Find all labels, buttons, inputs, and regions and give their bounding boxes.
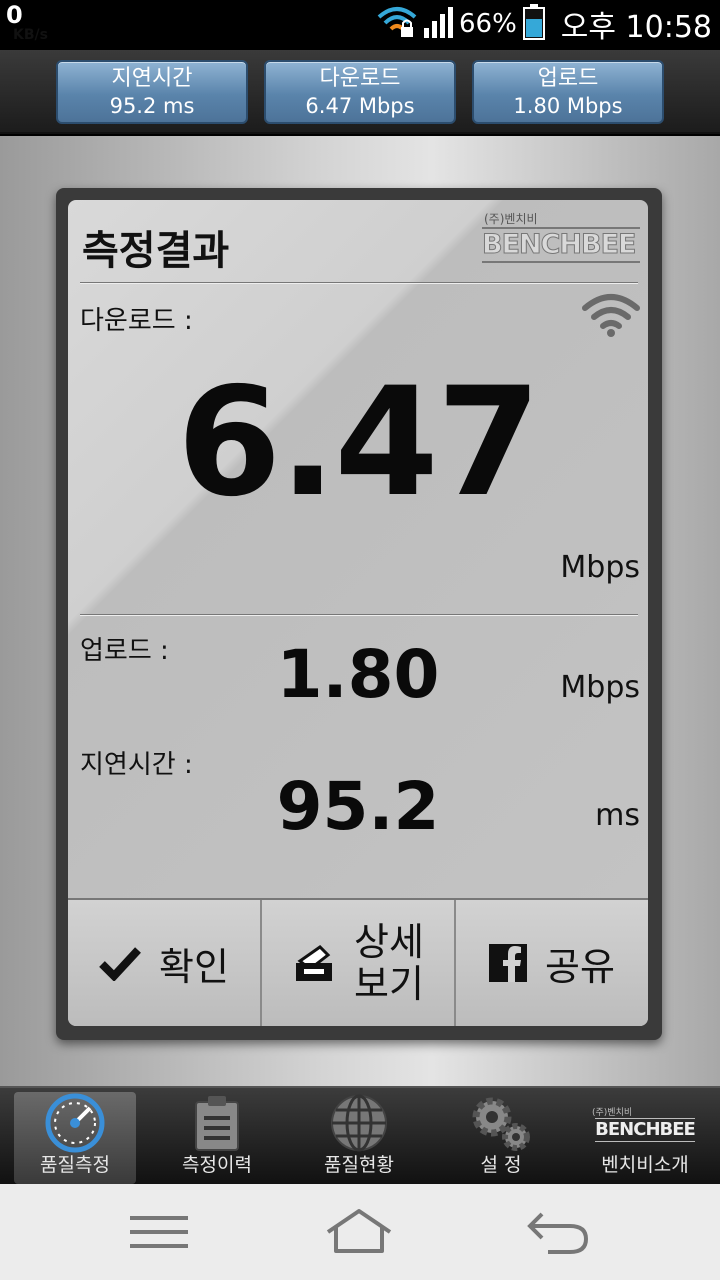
confirm-label: 확인 bbox=[159, 944, 229, 989]
summary-tab-upload[interactable]: 업로드 1.80 Mbps bbox=[472, 60, 664, 124]
nav-quality-test[interactable]: 품질측정 bbox=[14, 1092, 136, 1184]
home-icon[interactable] bbox=[324, 1208, 394, 1258]
summary-tab-latency[interactable]: 지연시간 95.2 ms bbox=[56, 60, 248, 124]
battery-percent: 66% bbox=[459, 9, 517, 39]
back-icon[interactable] bbox=[526, 1210, 590, 1258]
status-icons: 66% 오후 10:58 bbox=[377, 4, 712, 45]
nav-label: 설 정 bbox=[480, 1154, 522, 1176]
benchbee-logo: (주)벤치비 BENCHBEE bbox=[482, 210, 640, 263]
nav-label: 품질측정 bbox=[40, 1154, 110, 1176]
detail-label-line1: 상세 bbox=[354, 920, 424, 964]
facebook-icon bbox=[489, 944, 528, 982]
battery-icon bbox=[522, 4, 545, 44]
document-tray-icon bbox=[292, 941, 336, 985]
summary-tab-value: 6.47 Mbps bbox=[305, 94, 415, 118]
system-navigation-bar bbox=[0, 1184, 720, 1280]
divider bbox=[80, 282, 638, 284]
wifi-lock-icon bbox=[377, 5, 417, 43]
nav-label: 측정이력 bbox=[182, 1154, 252, 1176]
wifi-icon bbox=[582, 292, 640, 342]
nav-history[interactable]: 측정이력 bbox=[156, 1092, 278, 1184]
network-speed-value: 0 bbox=[6, 1, 23, 29]
action-buttons: 확인 상세 보기 공유 bbox=[68, 898, 648, 1026]
summary-bar: 지연시간 95.2 ms 다운로드 6.47 Mbps 업로드 1.80 Mbp… bbox=[0, 50, 720, 134]
bottom-navigation: 품질측정 측정이력 품질현황 설 정 (주)벤치비 BENCHBEE 벤치비소개 bbox=[0, 1086, 720, 1184]
globe-icon bbox=[298, 1092, 420, 1154]
summary-tab-value: 95.2 ms bbox=[109, 94, 195, 118]
result-card: 측정결과 (주)벤치비 BENCHBEE 다운로드 : 6.47 Mbps 업로… bbox=[68, 200, 648, 1026]
card-title: 측정결과 bbox=[82, 228, 230, 274]
nav-logo-small: (주)벤치비 bbox=[592, 1107, 633, 1118]
download-value: 6.47 bbox=[176, 356, 541, 530]
summary-tab-label: 다운로드 bbox=[319, 66, 401, 91]
nav-logo-main: BENCHBEE bbox=[595, 1117, 696, 1142]
summary-tab-label: 지연시간 bbox=[111, 66, 193, 91]
upload-unit: Mbps bbox=[560, 670, 640, 705]
confirm-button[interactable]: 확인 bbox=[68, 900, 262, 1026]
summary-tab-label: 업로드 bbox=[537, 66, 599, 91]
download-unit: Mbps bbox=[560, 550, 640, 585]
signal-icon bbox=[423, 6, 453, 42]
logo-company-name: (주)벤치비 bbox=[484, 212, 538, 226]
download-label: 다운로드 : bbox=[80, 306, 193, 336]
latency-value: 95.2 bbox=[276, 768, 440, 845]
latency-label: 지연시간 : bbox=[80, 750, 193, 780]
network-speed-unit: KB/s bbox=[13, 27, 48, 43]
checkmark-icon bbox=[99, 945, 141, 981]
share-button[interactable]: 공유 bbox=[456, 900, 648, 1026]
nav-label: 벤치비소개 bbox=[601, 1154, 689, 1176]
gears-icon bbox=[440, 1092, 562, 1154]
summary-tab-download[interactable]: 다운로드 6.47 Mbps bbox=[264, 60, 456, 124]
detail-label-line2: 보기 bbox=[354, 962, 424, 1006]
clipboard-icon bbox=[156, 1092, 278, 1154]
benchbee-logo-icon: (주)벤치비 BENCHBEE bbox=[584, 1092, 706, 1154]
share-label: 공유 bbox=[545, 944, 615, 989]
nav-settings[interactable]: 설 정 bbox=[440, 1092, 562, 1184]
upload-value: 1.80 bbox=[276, 636, 440, 713]
latency-unit: ms bbox=[595, 798, 640, 833]
clock: 오후 10:58 bbox=[560, 10, 712, 45]
summary-tab-value: 1.80 Mbps bbox=[513, 94, 623, 118]
menu-icon[interactable] bbox=[130, 1216, 188, 1254]
status-bar: 0 KB/s 66% 오후 10:58 bbox=[0, 0, 720, 50]
divider bbox=[80, 614, 638, 616]
speedometer-icon bbox=[14, 1092, 136, 1154]
upload-label: 업로드 : bbox=[80, 636, 169, 666]
network-speed-indicator: 0 KB/s bbox=[6, 1, 56, 42]
detail-view-button[interactable]: 상세 보기 bbox=[262, 900, 456, 1026]
nav-about-benchbee[interactable]: (주)벤치비 BENCHBEE 벤치비소개 bbox=[584, 1092, 706, 1184]
logo-brand: BENCHBEE bbox=[482, 227, 640, 263]
nav-quality-status[interactable]: 품질현황 bbox=[298, 1092, 420, 1184]
nav-label: 품질현황 bbox=[324, 1154, 394, 1176]
